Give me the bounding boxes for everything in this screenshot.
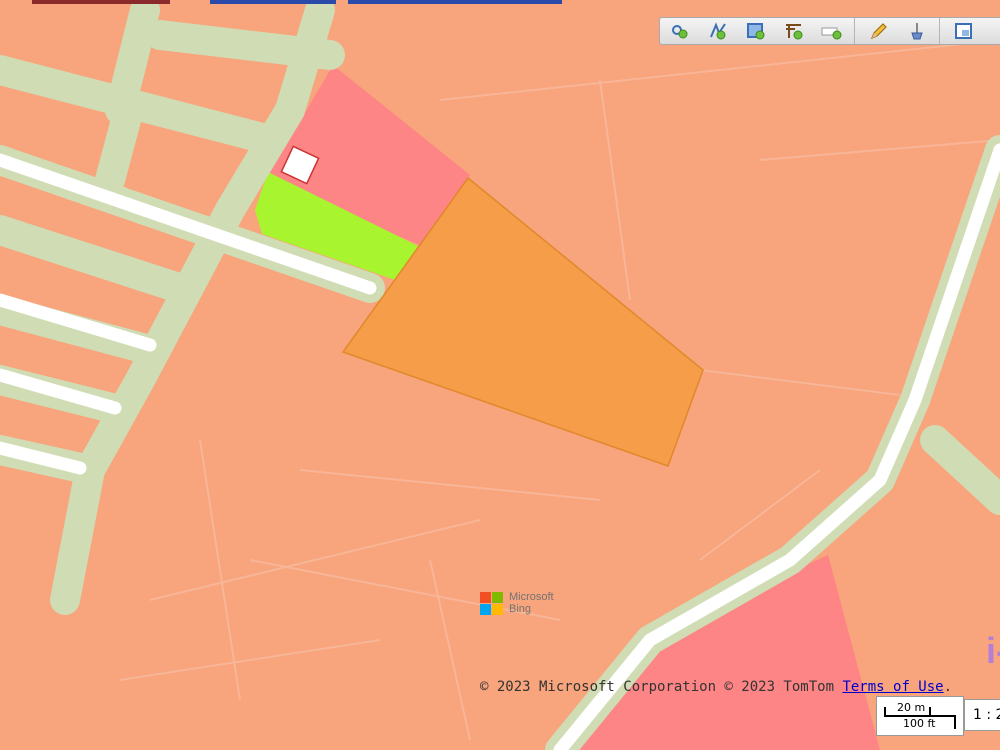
scale-tick-imperial xyxy=(954,715,956,729)
draw-line-icon[interactable] xyxy=(704,20,732,42)
scale-tick-left xyxy=(884,707,886,717)
scale-bar: 20 m 100 ft xyxy=(876,696,964,736)
scale-imperial-label: 100 ft xyxy=(903,717,936,730)
map-copyright: © 2023 Microsoft Corporation © 2023 TomT… xyxy=(480,679,953,695)
bing-logo: Microsoft Bing xyxy=(480,591,554,615)
top-tab-3[interactable] xyxy=(348,0,562,4)
draw-label-icon[interactable] xyxy=(818,20,846,42)
scale-ratio[interactable]: 1 : 2 xyxy=(964,699,1000,731)
window-icon[interactable] xyxy=(950,20,978,42)
draw-table-icon[interactable] xyxy=(780,20,808,42)
top-tab-1[interactable] xyxy=(32,0,170,4)
scale-metric-label: 20 m xyxy=(897,701,926,714)
bing-logo-text: Microsoft Bing xyxy=(509,591,554,615)
toolbar-separator-2 xyxy=(939,18,940,44)
edge-logo-mark: i- xyxy=(986,630,1000,671)
drawing-toolbar xyxy=(659,17,1000,45)
top-tab-2[interactable] xyxy=(210,0,336,4)
terms-of-use-link[interactable]: Terms of Use xyxy=(842,679,943,695)
map-canvas[interactable] xyxy=(0,0,1000,750)
erase-icon[interactable] xyxy=(903,20,931,42)
draw-point-icon[interactable] xyxy=(666,20,694,42)
draw-polygon-icon[interactable] xyxy=(742,20,770,42)
microsoft-logo-icon xyxy=(480,591,503,615)
toolbar-separator xyxy=(854,18,855,44)
scale-tick-metric xyxy=(929,707,931,715)
edit-pencil-icon[interactable] xyxy=(865,20,893,42)
